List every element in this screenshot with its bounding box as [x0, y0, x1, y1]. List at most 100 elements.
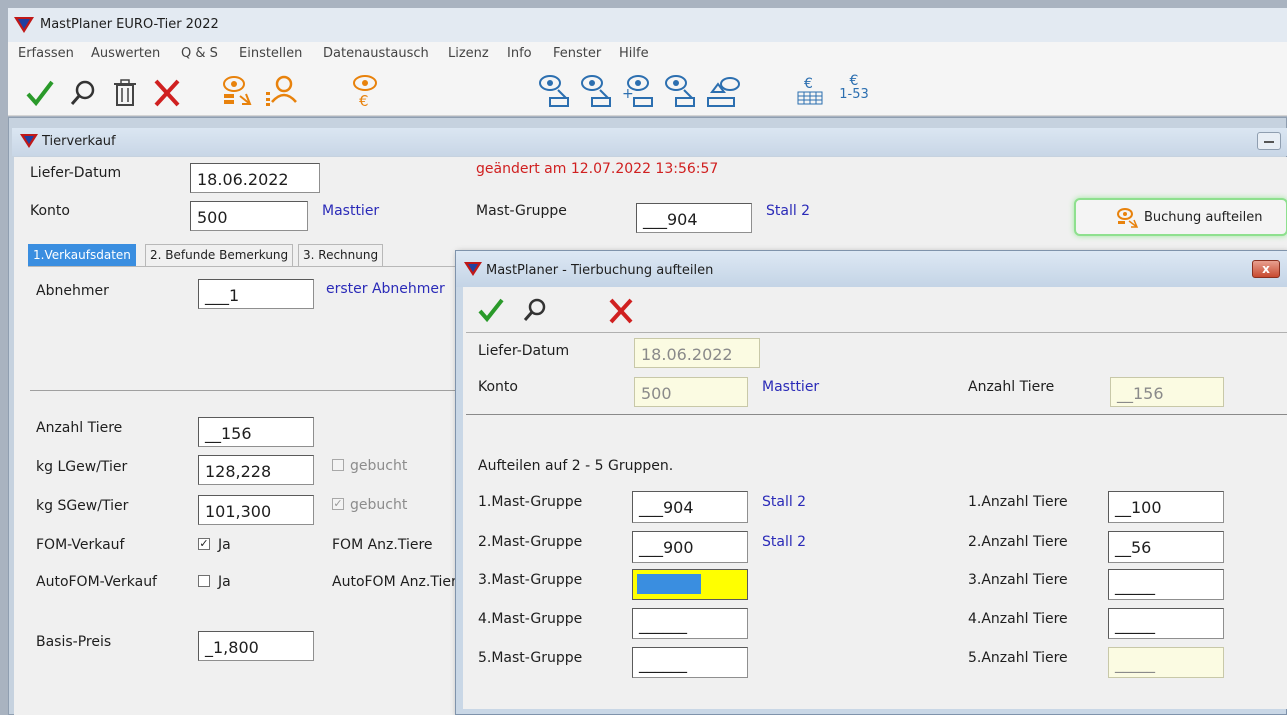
anzahl-tiere-field[interactable]: __156	[198, 417, 314, 447]
autofom-anz-tiere-label: AutoFOM Anz.Tier	[332, 574, 457, 590]
menu-lizenz[interactable]: Lizenz	[448, 46, 489, 61]
basis-preis-field[interactable]: _1,800	[198, 631, 314, 661]
pig-stall-icon-3[interactable]	[662, 74, 700, 108]
app-title: MastPlaner EURO-Tier 2022	[40, 17, 219, 32]
tab-divider	[28, 266, 458, 267]
kg-lgew-label: kg LGew/Tier	[36, 459, 128, 475]
anzahl-tiere-5-field[interactable]: _____	[1108, 647, 1224, 678]
pig-stall-transfer-icon[interactable]	[704, 74, 742, 108]
tab-verkaufsdaten[interactable]: 1.Verkaufsdaten	[28, 244, 136, 266]
close-icon: x	[1262, 262, 1270, 276]
konto-field[interactable]: 500	[190, 201, 308, 231]
mast-gruppe-3-field[interactable]	[632, 569, 748, 600]
changed-note: geändert am 12.07.2022 13:56:57	[476, 161, 719, 177]
menu-auswerten[interactable]: Auswerten	[91, 46, 160, 61]
trash-icon[interactable]	[106, 76, 144, 110]
pig-stall-icon-1[interactable]	[536, 74, 574, 108]
mast-gruppe-1-field[interactable]: ___904	[632, 491, 748, 523]
buchung-aufteilen-label: Buchung aufteilen	[1144, 210, 1263, 225]
mast-gruppe-field[interactable]: ___904	[636, 203, 752, 233]
search-icon[interactable]	[64, 76, 102, 110]
window-title: Tierverkauf	[42, 134, 116, 149]
mast-gruppe-2-label: 2.Mast-Gruppe	[478, 534, 583, 550]
konto-label: Konto	[30, 203, 70, 219]
kg-sgew-field[interactable]: 101,300	[198, 495, 314, 525]
kg-lgew-field[interactable]: 128,228	[198, 455, 314, 485]
pig-price-icon[interactable]: €	[346, 74, 384, 108]
dialog-liefer-datum-field: 18.06.2022	[634, 338, 760, 368]
dialog-titlebar: MastPlaner - Tierbuchung aufteilen x	[456, 251, 1287, 287]
euro-symbol: €	[849, 73, 859, 89]
menu-erfassen[interactable]: Erfassen	[18, 46, 74, 61]
stall-name: Stall 2	[766, 203, 811, 219]
buchung-aufteilen-button[interactable]: Buchung aufteilen	[1074, 198, 1287, 236]
svg-text:+: +	[622, 86, 634, 102]
fom-verkauf-label: FOM-Verkauf	[36, 537, 125, 553]
gebucht-label-2: gebucht	[350, 497, 408, 513]
anzahl-tiere-5-label: 5.Anzahl Tiere	[968, 650, 1068, 666]
liefer-datum-field[interactable]: 18.06.2022	[190, 163, 320, 193]
tierverkauf-titlebar: Tierverkauf	[12, 128, 1287, 156]
abnehmer-field[interactable]: ___1	[198, 279, 314, 309]
anzahl-tiere-label: Anzahl Tiere	[36, 420, 123, 436]
autofom-verkauf-label: AutoFOM-Verkauf	[36, 574, 157, 590]
menu-info[interactable]: Info	[507, 46, 532, 61]
menubar: Erfassen Auswerten Q & S Einstellen Date…	[8, 42, 1287, 66]
confirm-check-icon[interactable]	[476, 295, 506, 325]
anzahl-tiere-4-field[interactable]: _____	[1108, 608, 1224, 639]
tab-rechnung[interactable]: 3. Rechnung	[298, 244, 384, 266]
check-icon[interactable]	[22, 76, 60, 110]
anzahl-tiere-1-field[interactable]: __100	[1108, 491, 1224, 523]
customer-list-icon[interactable]	[262, 74, 300, 108]
mast-gruppe-label: Mast-Gruppe	[476, 203, 567, 219]
minimize-icon	[1264, 141, 1274, 143]
mast-gruppe-3-label: 3.Mast-Gruppe	[478, 572, 583, 588]
menu-einstellen[interactable]: Einstellen	[239, 46, 302, 61]
tab-befunde-bemerkung[interactable]: 2. Befunde Bemerkung	[145, 244, 294, 266]
fom-verkauf-checkbox[interactable]: ✓	[198, 538, 210, 550]
cancel-icon[interactable]	[148, 76, 186, 110]
euro-symbol: €	[804, 76, 813, 92]
menu-hilfe[interactable]: Hilfe	[619, 46, 649, 61]
dialog-anzahl-tiere-field: __156	[1110, 377, 1224, 407]
konto-name: Masttier	[322, 203, 380, 219]
mast-gruppe-5-field[interactable]: ______	[632, 647, 748, 678]
anzahl-tiere-2-field[interactable]: __56	[1108, 531, 1224, 563]
mast-gruppe-4-field[interactable]: ______	[632, 608, 748, 639]
dialog-konto-field: 500	[634, 377, 748, 407]
dialog-header-divider	[466, 414, 1287, 415]
aufteilen-note: Aufteilen auf 2 - 5 Gruppen.	[478, 458, 674, 474]
dialog-title: MastPlaner - Tierbuchung aufteilen	[486, 263, 714, 278]
section-divider	[30, 390, 458, 391]
gebucht-checkbox-2[interactable]: ✓	[332, 498, 344, 510]
anzahl-tiere-3-field[interactable]: _____	[1108, 569, 1224, 600]
kg-sgew-label: kg SGew/Tier	[36, 498, 129, 514]
pig-stall-add-icon[interactable]: +	[620, 74, 658, 108]
mast-gruppe-1-stall: Stall 2	[762, 494, 807, 510]
minimize-button[interactable]	[1257, 132, 1281, 150]
pig-stall-icon-2[interactable]	[578, 74, 616, 108]
dialog-logo-icon	[464, 262, 482, 276]
mast-gruppe-2-field[interactable]: ___900	[632, 531, 748, 563]
pig-split-icon[interactable]	[220, 74, 258, 108]
liefer-datum-label: Liefer-Datum	[30, 165, 122, 181]
dialog-toolbar-divider	[466, 332, 1287, 333]
dialog-search-icon[interactable]	[520, 295, 550, 325]
app-logo-icon	[14, 17, 34, 33]
weeks-range: 1-53	[839, 87, 869, 102]
autofom-verkauf-checkbox[interactable]	[198, 575, 210, 587]
euro-grid-icon[interactable]: €	[790, 74, 828, 108]
dialog-close-button[interactable]: x	[1252, 260, 1280, 278]
menu-datenaustausch[interactable]: Datenaustausch	[323, 46, 429, 61]
dialog-cancel-icon[interactable]	[606, 296, 636, 326]
euro-weeks-button[interactable]: € 1-53	[834, 74, 874, 108]
dialog-konto-label: Konto	[478, 379, 518, 395]
dialog-konto-name: Masttier	[762, 379, 820, 395]
toolbar: € + € € 1-53	[8, 66, 1287, 116]
menu-fenster[interactable]: Fenster	[553, 46, 601, 61]
gebucht-checkbox-1[interactable]	[332, 459, 344, 471]
mast-gruppe-2-stall: Stall 2	[762, 534, 807, 550]
anzahl-tiere-1-label: 1.Anzahl Tiere	[968, 494, 1068, 510]
menu-q-und-s[interactable]: Q & S	[181, 46, 218, 61]
svg-text:€: €	[359, 92, 369, 108]
